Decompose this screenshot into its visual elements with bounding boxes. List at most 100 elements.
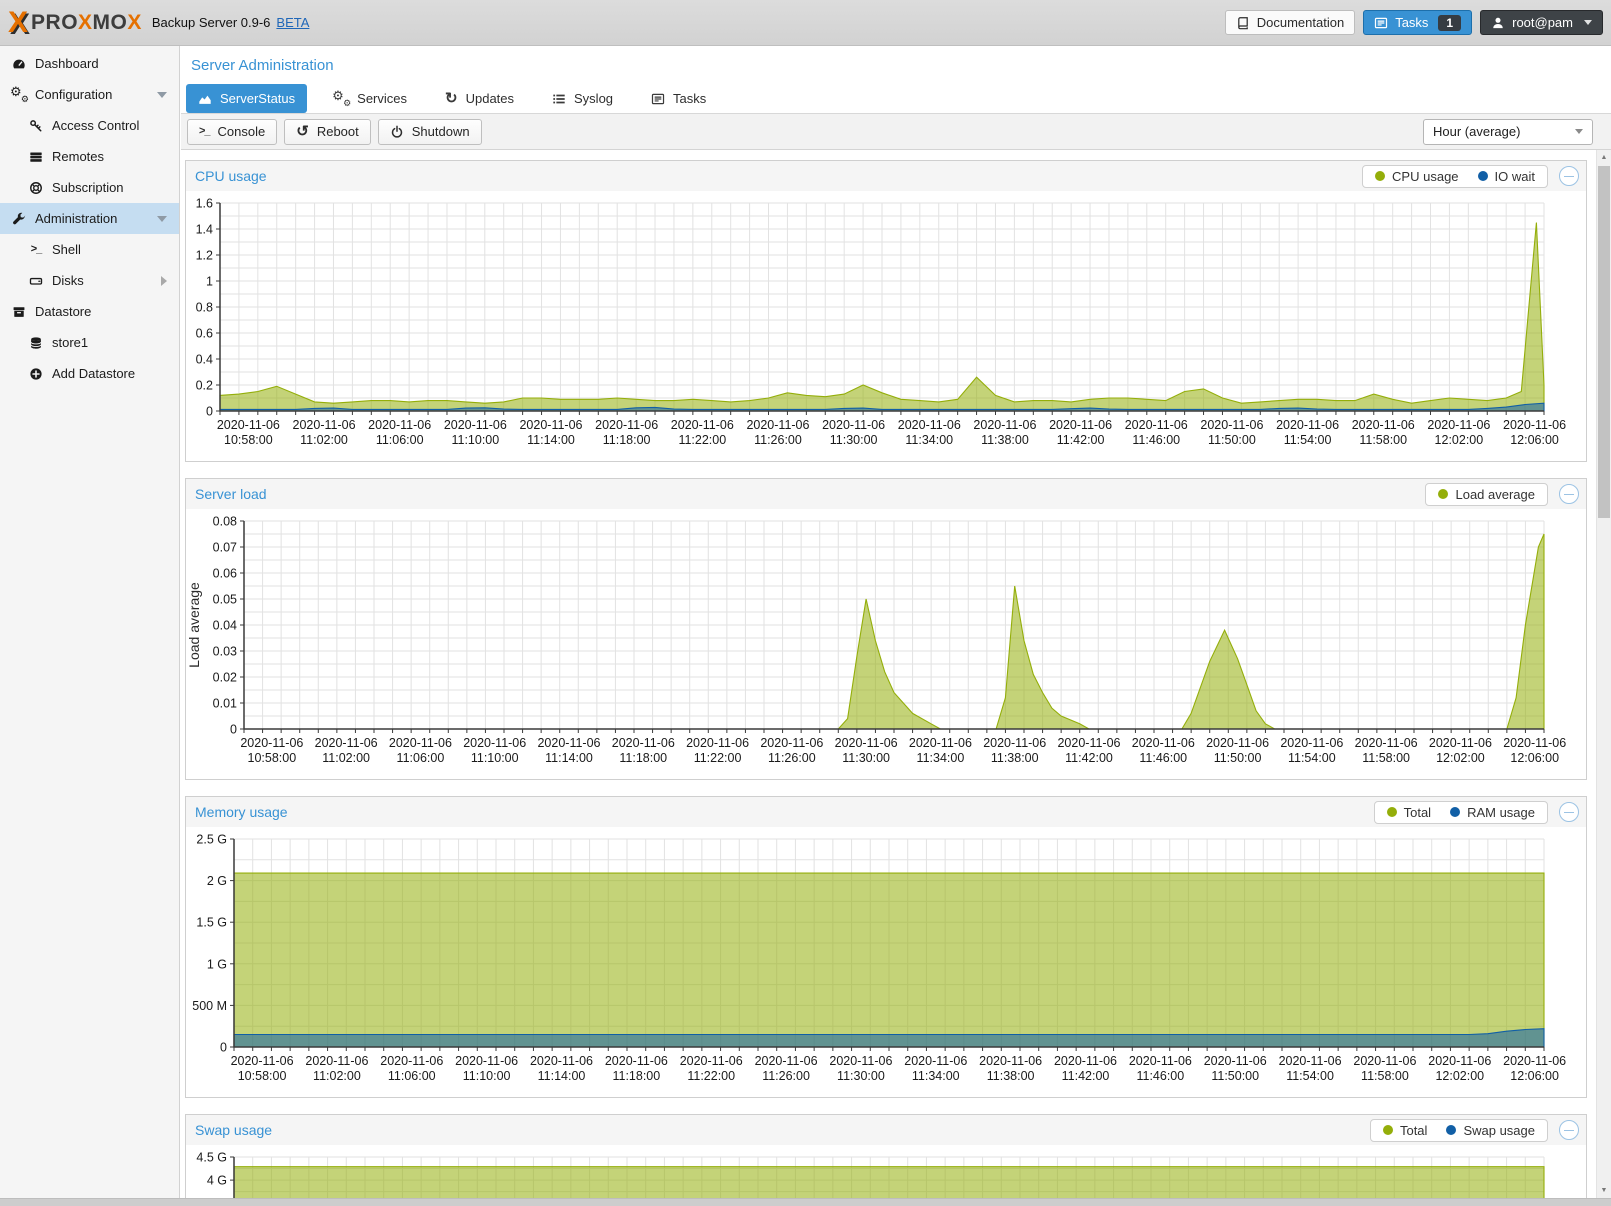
terminal-icon: >_ bbox=[27, 244, 45, 255]
svg-text:2020-11-06: 2020-11-06 bbox=[1132, 736, 1195, 750]
chevron-down-icon bbox=[1584, 20, 1592, 25]
svg-text:2020-11-06: 2020-11-06 bbox=[1049, 418, 1112, 432]
sidebar-item-remotes[interactable]: Remotes bbox=[0, 141, 179, 172]
sidebar-item-label: Add Datastore bbox=[52, 366, 135, 381]
sidebar-item-subscription[interactable]: Subscription bbox=[0, 172, 179, 203]
console-button[interactable]: >_Console bbox=[187, 119, 277, 145]
toolbar: >_Console ↺Reboot Shutdown Hour (average) bbox=[181, 114, 1611, 150]
power-icon bbox=[390, 125, 404, 139]
svg-text:0: 0 bbox=[206, 405, 213, 419]
collapse-panel-icon[interactable] bbox=[1559, 484, 1579, 504]
sidebar-item-dashboard[interactable]: Dashboard bbox=[0, 48, 179, 79]
collapse-panel-icon[interactable] bbox=[1559, 802, 1579, 822]
svg-text:11:38:00: 11:38:00 bbox=[981, 433, 1029, 447]
tab-updates[interactable]: ↻Updates bbox=[433, 84, 526, 113]
scroll-up-arrow-icon[interactable]: ▲ bbox=[1597, 150, 1611, 165]
button-label: Reboot bbox=[317, 124, 359, 139]
shutdown-button[interactable]: Shutdown bbox=[378, 119, 482, 145]
legend-item-io-wait[interactable]: IO wait bbox=[1478, 169, 1535, 184]
svg-text:2020-11-06: 2020-11-06 bbox=[595, 418, 658, 432]
svg-text:2020-11-06: 2020-11-06 bbox=[1503, 1054, 1566, 1068]
legend-item-ram-usage[interactable]: RAM usage bbox=[1450, 805, 1535, 820]
tasks-icon bbox=[651, 92, 665, 106]
svg-text:10:58:00: 10:58:00 bbox=[248, 751, 297, 765]
sidebar-item-datastore[interactable]: Datastore bbox=[0, 296, 179, 327]
svg-text:2020-11-06: 2020-11-06 bbox=[444, 418, 507, 432]
legend-item-load-average[interactable]: Load average bbox=[1438, 487, 1535, 502]
svg-text:2020-11-06: 2020-11-06 bbox=[389, 736, 452, 750]
page-title: Server Administration bbox=[181, 46, 1611, 84]
chevron-down-icon[interactable] bbox=[157, 92, 167, 98]
chevron-down-icon[interactable] bbox=[157, 216, 167, 222]
svg-text:11:54:00: 11:54:00 bbox=[1284, 433, 1332, 447]
vertical-scrollbar[interactable]: ▲ ▼ bbox=[1596, 150, 1611, 1198]
collapse-panel-icon[interactable] bbox=[1559, 166, 1579, 186]
svg-text:11:42:00: 11:42:00 bbox=[1057, 433, 1105, 447]
chevron-down-icon bbox=[1575, 129, 1583, 134]
swap-usage-panel-header: Swap usageTotalSwap usage bbox=[186, 1115, 1586, 1145]
tasks-button[interactable]: Tasks 1 bbox=[1363, 10, 1472, 35]
reboot-button[interactable]: ↺Reboot bbox=[284, 119, 371, 145]
app-subtitle: Backup Server 0.9-6 bbox=[152, 15, 271, 30]
legend-item-swap-usage[interactable]: Swap usage bbox=[1446, 1123, 1535, 1138]
book-icon bbox=[1236, 16, 1250, 30]
sidebar-item-shell[interactable]: >_Shell bbox=[0, 234, 179, 265]
svg-text:11:18:00: 11:18:00 bbox=[619, 751, 667, 765]
svg-text:0.02: 0.02 bbox=[213, 671, 237, 685]
scrollbar-thumb[interactable] bbox=[1598, 166, 1610, 518]
legend-item-total[interactable]: Total bbox=[1387, 805, 1431, 820]
svg-text:11:06:00: 11:06:00 bbox=[376, 433, 424, 447]
memory-usage-panel: Memory usageTotalRAM usage0500 M1 G1.5 G… bbox=[185, 796, 1587, 1098]
svg-text:10:58:00: 10:58:00 bbox=[224, 433, 273, 447]
legend-label: Total bbox=[1400, 1123, 1427, 1138]
legend-item-total[interactable]: Total bbox=[1383, 1123, 1427, 1138]
svg-text:2020-11-06: 2020-11-06 bbox=[1503, 736, 1566, 750]
svg-text:2020-11-06: 2020-11-06 bbox=[1352, 418, 1415, 432]
chevron-right-icon[interactable] bbox=[161, 276, 167, 286]
svg-text:2020-11-06: 2020-11-06 bbox=[979, 1054, 1042, 1068]
memory-usage-panel-header: Memory usage Total RAM usage bbox=[186, 797, 1586, 827]
timeframe-select[interactable]: Hour (average) bbox=[1423, 119, 1593, 145]
sidebar-item-configuration[interactable]: ⚙⚙Configuration bbox=[0, 79, 179, 110]
svg-text:0.4: 0.4 bbox=[196, 353, 213, 367]
documentation-button[interactable]: Documentation bbox=[1225, 10, 1355, 35]
tab-label: ServerStatus bbox=[220, 91, 295, 106]
tab-services[interactable]: ⚙⚙Services bbox=[321, 84, 419, 113]
sidebar-item-label: store1 bbox=[52, 335, 88, 350]
svg-text:2020-11-06: 2020-11-06 bbox=[1353, 1054, 1416, 1068]
svg-text:11:58:00: 11:58:00 bbox=[1362, 751, 1410, 765]
server-load-chart: 00.010.020.030.040.050.060.070.082020-11… bbox=[186, 509, 1586, 774]
sidebar-item-add-datastore[interactable]: Add Datastore bbox=[0, 358, 179, 389]
legend-label: IO wait bbox=[1495, 169, 1535, 184]
collapse-panel-icon[interactable] bbox=[1559, 1120, 1579, 1140]
swap-usage-chart-body: 0500 M1 G1.5 G2 G2.5 G3 G3.5 G4 G4.5 G20… bbox=[186, 1145, 1586, 1198]
legend-item-cpu-usage[interactable]: CPU usage bbox=[1375, 169, 1458, 184]
svg-text:2020-11-06: 2020-11-06 bbox=[1125, 418, 1188, 432]
sidebar-item-store1[interactable]: store1 bbox=[0, 327, 179, 358]
svg-text:2020-11-06: 2020-11-06 bbox=[368, 418, 431, 432]
svg-text:11:46:00: 11:46:00 bbox=[1139, 751, 1187, 765]
tab-tasks[interactable]: Tasks bbox=[639, 84, 718, 113]
memory-usage-panel-title: Memory usage bbox=[195, 804, 288, 820]
user-menu-button[interactable]: root@pam bbox=[1480, 10, 1603, 35]
svg-text:0.08: 0.08 bbox=[213, 515, 237, 529]
legend-label: Load average bbox=[1455, 487, 1535, 502]
beta-link[interactable]: BETA bbox=[276, 15, 309, 30]
sidebar-item-administration[interactable]: Administration bbox=[0, 203, 179, 234]
proxmox-wordmark: PROXMOX bbox=[31, 11, 142, 35]
wordmark-part: PRO bbox=[31, 11, 78, 34]
legend-dot-icon bbox=[1438, 489, 1448, 499]
tab-syslog[interactable]: Syslog bbox=[540, 84, 625, 113]
svg-text:2020-11-06: 2020-11-06 bbox=[1276, 418, 1339, 432]
tab-serverstatus[interactable]: ServerStatus bbox=[186, 84, 307, 113]
svg-text:0: 0 bbox=[230, 723, 237, 737]
sidebar-item-label: Administration bbox=[35, 211, 117, 226]
svg-text:11:18:00: 11:18:00 bbox=[603, 433, 651, 447]
scroll-down-arrow-icon[interactable]: ▼ bbox=[1597, 1183, 1611, 1198]
svg-text:11:10:00: 11:10:00 bbox=[471, 751, 519, 765]
cpu-usage-legend: CPU usage IO wait bbox=[1362, 165, 1548, 188]
svg-text:11:58:00: 11:58:00 bbox=[1361, 1069, 1409, 1083]
sidebar-item-access-control[interactable]: Access Control bbox=[0, 110, 179, 141]
svg-text:2020-11-06: 2020-11-06 bbox=[1200, 418, 1263, 432]
sidebar-item-disks[interactable]: Disks bbox=[0, 265, 179, 296]
